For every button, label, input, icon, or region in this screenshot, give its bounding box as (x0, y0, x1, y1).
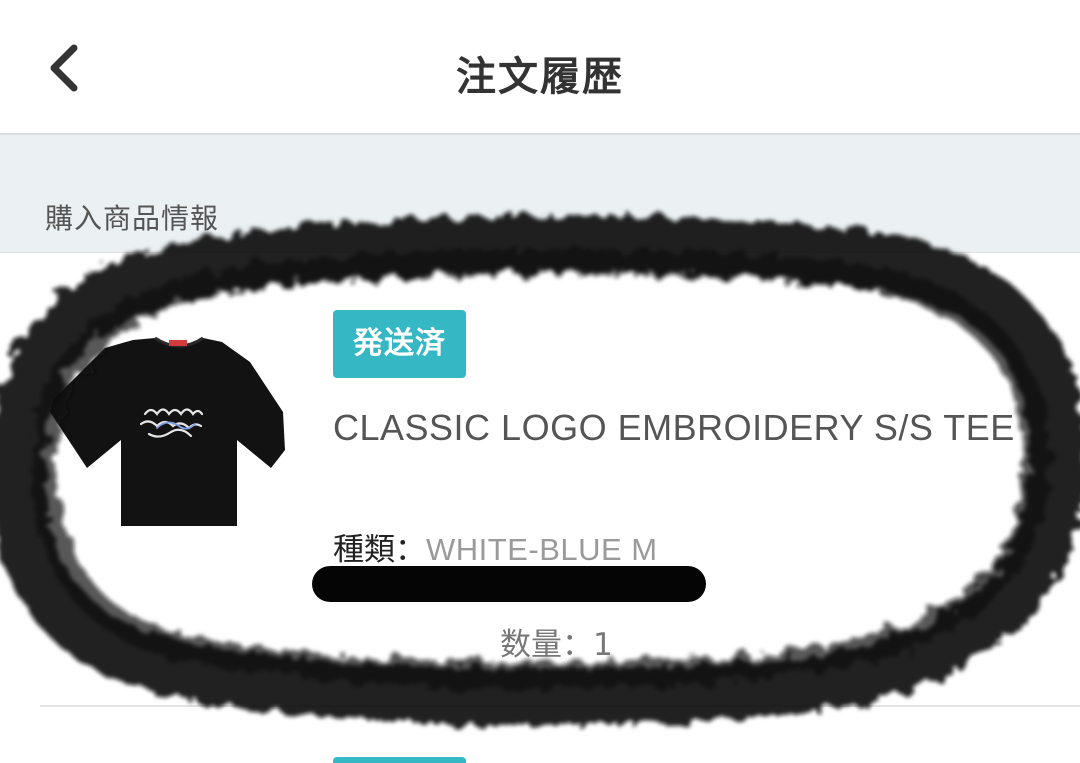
variant-label: 種類： (333, 532, 426, 568)
product-name[interactable]: CLASSIC LOGO EMBROIDERY S/S TEE (333, 405, 1033, 451)
page-title: 注文履歴 (456, 54, 624, 100)
app-header: 注文履歴 (0, 0, 1080, 135)
order-item[interactable]: 発送済 CLASSIC LOGO EMBROIDERY S/S TEE 種類：W… (0, 253, 1080, 708)
status-badge: 発送済 (333, 310, 466, 378)
variant-row: 種類：WHITE-BLUE M (333, 524, 658, 569)
variant-value: WHITE-BLUE M (426, 532, 658, 567)
tshirt-image (50, 336, 285, 526)
divider (40, 705, 1080, 707)
section-header: 購入商品情報 (0, 135, 1080, 253)
quantity: 数量：1 (500, 627, 613, 663)
next-status-badge (333, 757, 466, 763)
product-thumbnail[interactable] (45, 328, 290, 538)
section-label: 購入商品情報 (45, 202, 220, 235)
